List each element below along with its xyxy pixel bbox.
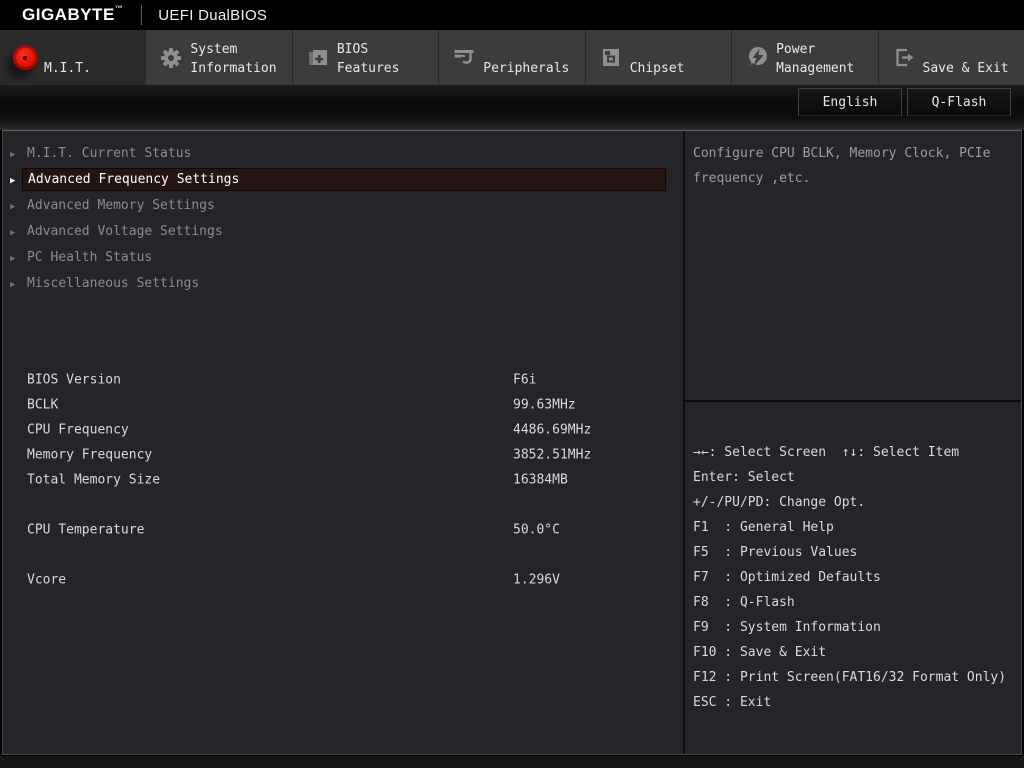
info-value: 1.296V: [513, 572, 560, 587]
tab-save-exit[interactable]: Save & Exit: [879, 30, 1024, 85]
submenu-arrow-icon: ▶: [10, 254, 15, 264]
power-lightning-icon: [744, 45, 770, 71]
menu-item-label: Advanced Frequency Settings: [22, 168, 666, 191]
info-value: 99.63MHz: [513, 397, 576, 412]
tab-chipset[interactable]: Chipset: [586, 30, 732, 85]
info-row-bclk: BCLK 99.63MHz: [3, 392, 683, 417]
menu-item-label: Advanced Voltage Settings: [22, 220, 666, 243]
submenu-arrow-icon: ▶: [10, 202, 15, 212]
qflash-button[interactable]: Q-Flash: [907, 88, 1011, 116]
info-row-total-memory-size: Total Memory Size 16384MB: [3, 467, 683, 492]
main-content-frame: ▶ M.I.T. Current Status ▶ Advanced Frequ…: [2, 130, 1022, 755]
menu-item-label: Advanced Memory Settings: [22, 194, 666, 217]
hotkey-line: +/-/PU/PD: Change Opt.: [693, 490, 1021, 515]
hotkey-line: →←: Select Screen ↑↓: Select Item: [693, 440, 1021, 465]
language-button[interactable]: English: [798, 88, 902, 116]
firmware-title: UEFI DualBIOS: [158, 7, 267, 24]
info-label: Memory Frequency: [27, 447, 152, 462]
submenu-arrow-icon: ▶: [10, 150, 15, 160]
hotkey-line: F12 : Print Screen(FAT16/32 Format Only): [693, 665, 1021, 690]
system-status-list: BIOS Version F6i BCLK 99.63MHz CPU Frequ…: [3, 367, 683, 592]
info-row-cpu-temperature: CPU Temperature 50.0°C: [3, 517, 683, 542]
item-description: Configure CPU BCLK, Memory Clock, PCIe f…: [685, 131, 1021, 191]
title-bar: GIGABYTE™ UEFI DualBIOS: [0, 0, 1024, 30]
submenu-arrow-icon: ▶: [10, 228, 15, 238]
hotkey-line: F8 : Q-Flash: [693, 590, 1021, 615]
info-spacer: [3, 492, 683, 517]
gigabyte-logo: GIGABYTE™: [22, 5, 123, 25]
tab-peripherals[interactable]: Peripherals: [439, 30, 585, 85]
mit-menu-list: ▶ M.I.T. Current Status ▶ Advanced Frequ…: [3, 141, 683, 297]
info-label: CPU Frequency: [27, 422, 129, 437]
tab-label: Chipset: [630, 59, 685, 78]
help-divider: [685, 400, 1021, 402]
info-value: 16384MB: [513, 472, 568, 487]
exit-door-arrow-icon: [891, 45, 917, 71]
bottom-strip: [0, 756, 1024, 768]
main-tab-bar: M.I.T. System Information: [0, 30, 1024, 85]
info-spacer: [3, 542, 683, 567]
settings-panel: ▶ M.I.T. Current Status ▶ Advanced Frequ…: [3, 131, 683, 754]
info-label: Total Memory Size: [27, 472, 160, 487]
info-row-memory-frequency: Memory Frequency 3852.51MHz: [3, 442, 683, 467]
tab-power-management[interactable]: Power Management: [732, 30, 878, 85]
bios-chip-icon: [305, 45, 331, 71]
menu-item-advanced-frequency-settings[interactable]: ▶ Advanced Frequency Settings: [3, 168, 683, 193]
info-label: Vcore: [27, 572, 66, 587]
tab-system-information[interactable]: System Information: [146, 30, 292, 85]
hotkey-line: Enter: Select: [693, 465, 1021, 490]
hotkey-line: F7 : Optimized Defaults: [693, 565, 1021, 590]
menu-item-advanced-memory-settings[interactable]: ▶ Advanced Memory Settings: [3, 194, 683, 219]
menu-item-label: PC Health Status: [22, 246, 666, 269]
info-label: BIOS Version: [27, 372, 121, 387]
menu-item-label: M.I.T. Current Status: [22, 142, 666, 165]
menu-item-advanced-voltage-settings[interactable]: ▶ Advanced Voltage Settings: [3, 220, 683, 245]
chipset-icon: [598, 45, 624, 71]
tab-label: Peripherals: [483, 59, 569, 78]
tab-label: System Information: [190, 40, 276, 78]
hotkey-line: F5 : Previous Values: [693, 540, 1021, 565]
help-panel: Configure CPU BCLK, Memory Clock, PCIe f…: [685, 131, 1021, 754]
menu-item-miscellaneous-settings[interactable]: ▶ Miscellaneous Settings: [3, 272, 683, 297]
trademark-symbol: ™: [115, 4, 124, 13]
info-value: F6i: [513, 372, 536, 387]
info-value: 3852.51MHz: [513, 447, 591, 462]
info-value: 4486.69MHz: [513, 422, 591, 437]
peripherals-device-icon: [451, 45, 477, 71]
menu-item-mit-current-status[interactable]: ▶ M.I.T. Current Status: [3, 142, 683, 167]
menu-item-pc-health-status[interactable]: ▶ PC Health Status: [3, 246, 683, 271]
hotkey-line: F10 : Save & Exit: [693, 640, 1021, 665]
info-label: BCLK: [27, 397, 58, 412]
tab-label: BIOS Features: [337, 40, 400, 78]
info-label: CPU Temperature: [27, 522, 144, 537]
info-value: 50.0°C: [513, 522, 560, 537]
hotkey-line: ESC : Exit: [693, 690, 1021, 715]
tab-label: Save & Exit: [923, 59, 1009, 78]
submenu-arrow-icon: ▶: [10, 176, 15, 186]
quick-buttons: English Q-Flash: [798, 88, 1011, 116]
hotkey-line: F1 : General Help: [693, 515, 1021, 540]
info-row-cpu-frequency: CPU Frequency 4486.69MHz: [3, 417, 683, 442]
tab-bios-features[interactable]: BIOS Features: [293, 30, 439, 85]
info-row-vcore: Vcore 1.296V: [3, 567, 683, 592]
submenu-arrow-icon: ▶: [10, 280, 15, 290]
logo-divider: [141, 5, 142, 25]
mit-target-icon: [12, 45, 38, 71]
tab-label: Power Management: [776, 40, 854, 78]
tab-label: M.I.T.: [44, 59, 91, 78]
hotkey-line: F9 : System Information: [693, 615, 1021, 640]
menu-item-label: Miscellaneous Settings: [22, 272, 666, 295]
gear-icon: [158, 45, 184, 71]
tab-mit[interactable]: M.I.T.: [0, 30, 146, 85]
hotkey-legend: →←: Select Screen ↑↓: Select Item Enter:…: [685, 440, 1021, 715]
info-row-bios-version: BIOS Version F6i: [3, 367, 683, 392]
